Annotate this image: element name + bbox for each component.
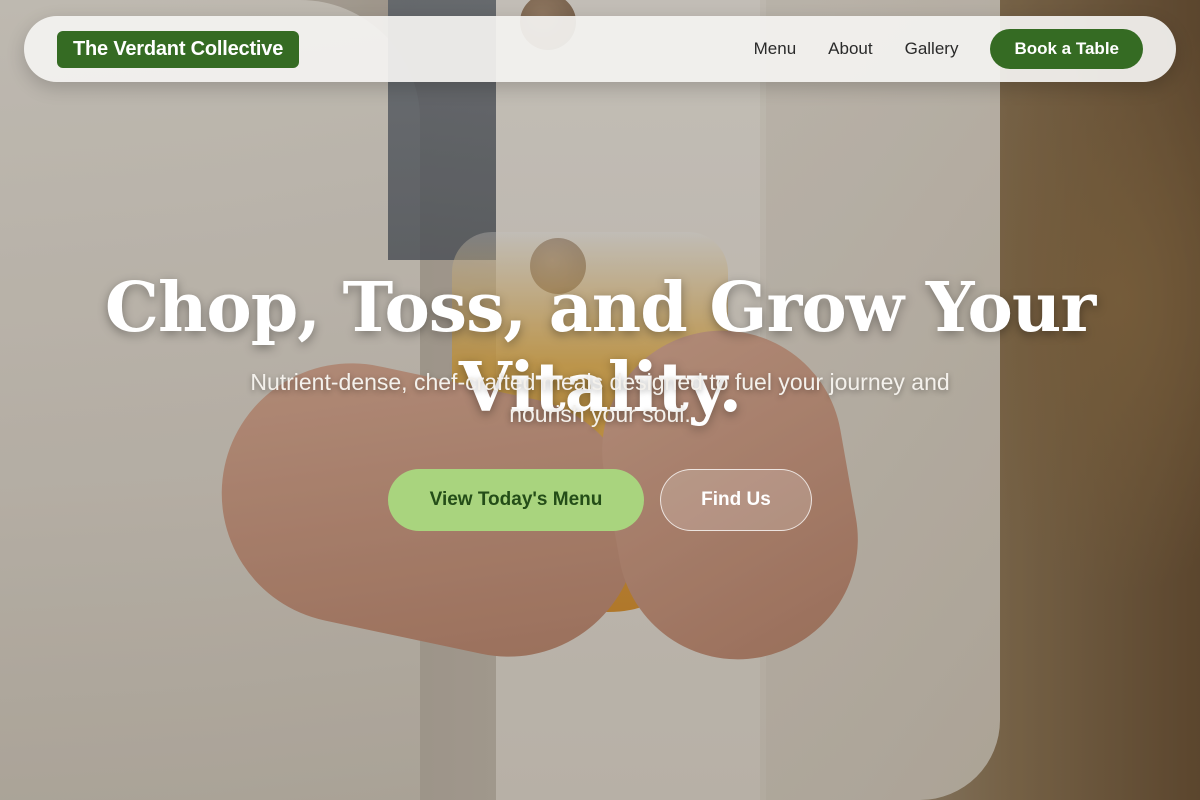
find-us-button[interactable]: Find Us — [660, 469, 812, 531]
nav-link-menu[interactable]: Menu — [754, 39, 797, 59]
nav-link-gallery[interactable]: Gallery — [905, 39, 959, 59]
nav-link-about[interactable]: About — [828, 39, 872, 59]
view-menu-button[interactable]: View Today's Menu — [388, 469, 644, 531]
book-table-button[interactable]: Book a Table — [990, 29, 1143, 69]
nav-links: Menu About Gallery Book a Table — [754, 29, 1143, 69]
brand-logo[interactable]: The Verdant Collective — [57, 30, 300, 68]
hero-subtitle: Nutrient-dense, chef-crafted meals desig… — [250, 369, 950, 427]
top-navbar: The Verdant Collective Menu About Galler… — [24, 16, 1176, 82]
